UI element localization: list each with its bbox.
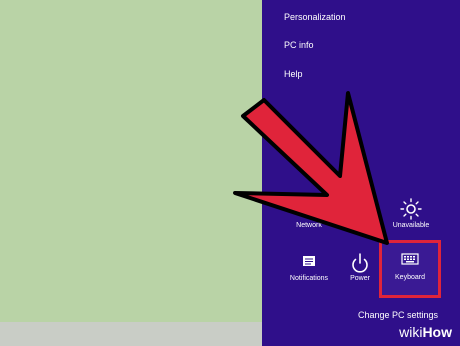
menu-item-pc-info[interactable]: PC info [284,40,314,50]
taskbar[interactable] [0,322,262,346]
brightness-icon [384,198,438,220]
keyboard-tile-highlight[interactable]: Keyboard [379,240,441,298]
menu-item-personalization[interactable]: Personalization [284,12,346,22]
watermark-wiki: wiki [399,324,423,340]
keyboard-label: Keyboard [395,274,425,281]
network-label: Network [296,222,322,229]
watermark-how: How [422,324,452,340]
desktop-background [0,0,262,322]
keyboard-icon [382,252,438,266]
notifications-icon [282,252,336,274]
unavailable-label: Unavailable [392,222,430,229]
notifications-label: Notifications [289,275,329,282]
change-pc-settings-link[interactable]: Change PC settings [358,310,438,320]
notifications-tile[interactable]: Notifications [282,252,336,302]
wikihow-watermark: wikiHow [399,324,452,340]
network-tile[interactable]: Network [282,198,336,248]
menu-item-help[interactable]: Help [284,69,303,79]
